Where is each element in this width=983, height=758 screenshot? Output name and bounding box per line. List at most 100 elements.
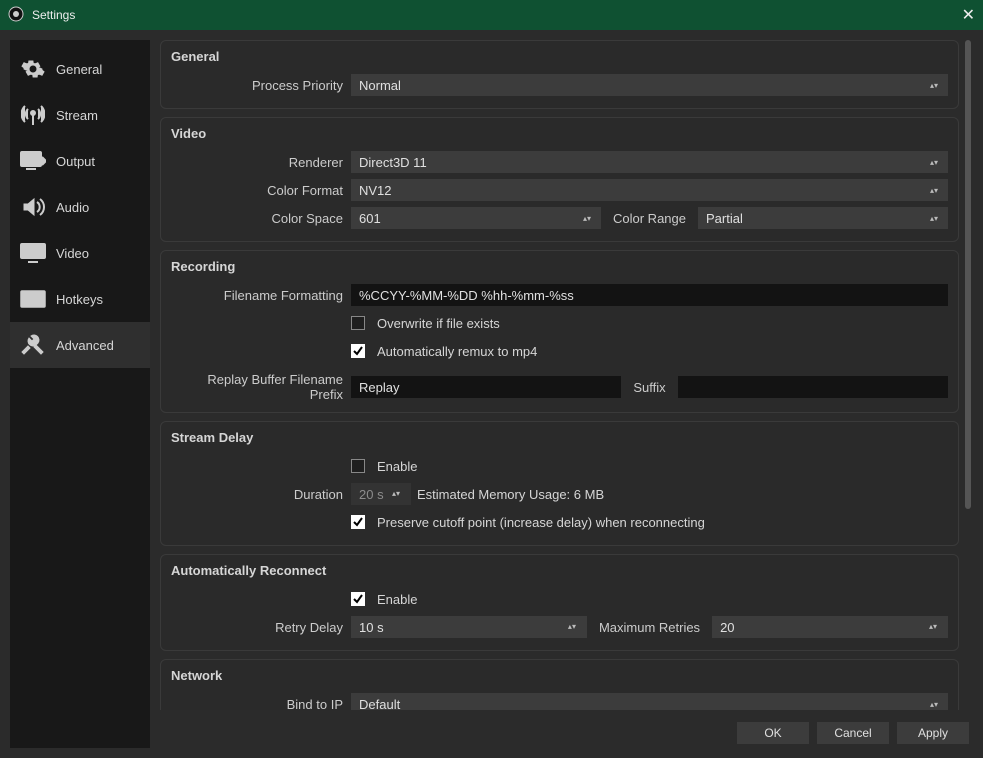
filename-formatting-input[interactable]: %CCYY-%MM-%DD %hh-%mm-%ss [351,284,948,306]
sidebar-item-label: Advanced [56,338,114,353]
chevrons-updown-icon: ▴▾ [928,160,940,165]
sidebar-item-stream[interactable]: Stream [10,92,150,138]
stream-delay-enable-checkbox[interactable] [351,459,365,473]
window-title: Settings [32,8,75,22]
group-title: Recording [171,259,948,274]
preserve-cutoff-checkbox[interactable] [351,515,365,529]
chevrons-updown-icon: ▴▾ [565,624,579,630]
remux-checkbox[interactable] [351,344,365,358]
sidebar-item-label: Output [56,154,95,169]
spin-value: 10 s [359,620,384,635]
sidebar-item-label: General [56,62,102,77]
select-value: 601 [359,211,381,226]
input-value: %CCYY-%MM-%DD %hh-%mm-%ss [359,288,574,303]
select-value: NV12 [359,183,392,198]
max-retries-spinbox[interactable]: 20 ▴▾ [712,616,948,638]
replay-prefix-input[interactable]: Replay [351,376,621,398]
main-scrollbar[interactable] [963,40,973,710]
overwrite-label: Overwrite if file exists [377,316,500,331]
broadcast-icon [20,104,46,126]
chevrons-updown-icon: ▴▾ [928,216,940,221]
process-priority-label: Process Priority [171,78,351,93]
reconnect-enable-label: Enable [377,592,417,607]
renderer-select[interactable]: Direct3D 11 ▴▾ [351,151,948,173]
select-value: Normal [359,78,401,93]
duration-spinbox[interactable]: 20 s ▴▾ [351,483,411,505]
overwrite-checkbox[interactable] [351,316,365,330]
group-title: Stream Delay [171,430,948,445]
monitor-icon [20,242,46,264]
group-title: Video [171,126,948,141]
duration-label: Duration [171,487,351,502]
group-title: Network [171,668,948,683]
preserve-cutoff-label: Preserve cutoff point (increase delay) w… [377,515,705,530]
app-icon [8,6,24,25]
chevrons-updown-icon: ▴▾ [928,188,940,193]
color-format-select[interactable]: NV12 ▴▾ [351,179,948,201]
apply-button[interactable]: Apply [897,722,969,744]
select-value: Direct3D 11 [359,155,427,170]
audio-icon [20,196,46,218]
max-retries-label: Maximum Retries [593,620,706,635]
group-general: General Process Priority Normal ▴▾ [160,40,959,109]
sidebar-item-label: Hotkeys [56,292,103,307]
group-title: General [171,49,948,64]
scrollbar-thumb[interactable] [965,40,971,509]
chevrons-updown-icon: ▴▾ [926,624,940,630]
suffix-label: Suffix [627,380,671,395]
reconnect-enable-checkbox[interactable] [351,592,365,606]
sidebar-item-label: Audio [56,200,89,215]
sidebar-item-audio[interactable]: Audio [10,184,150,230]
group-recording: Recording Filename Formatting %CCYY-%MM-… [160,250,959,413]
chevrons-updown-icon: ▴▾ [389,491,403,497]
retry-delay-spinbox[interactable]: 10 s ▴▾ [351,616,587,638]
input-value: Replay [359,380,399,395]
remux-label: Automatically remux to mp4 [377,344,537,359]
keyboard-icon [20,288,46,310]
group-network: Network Bind to IP Default ▴▾ [160,659,959,710]
output-icon [20,150,46,172]
replay-prefix-label: Replay Buffer Filename Prefix [171,372,351,402]
renderer-label: Renderer [171,155,351,170]
chevrons-updown-icon: ▴▾ [928,83,940,88]
spin-value: 20 [720,620,734,635]
cancel-button[interactable]: Cancel [817,722,889,744]
color-space-label: Color Space [171,211,351,226]
chevrons-updown-icon: ▴▾ [581,216,593,221]
color-format-label: Color Format [171,183,351,198]
sidebar-item-output[interactable]: Output [10,138,150,184]
group-reconnect: Automatically Reconnect Enable Retry Del… [160,554,959,651]
tools-icon [20,334,46,356]
chevrons-updown-icon: ▴▾ [928,702,940,707]
sidebar-item-video[interactable]: Video [10,230,150,276]
gear-icon [20,58,46,80]
footer: OK Cancel Apply [160,718,973,748]
group-video: Video Renderer Direct3D 11 ▴▾ Color Form… [160,117,959,242]
suffix-input[interactable] [678,376,948,398]
main-pane: General Process Priority Normal ▴▾ Video… [160,40,959,710]
group-stream-delay: Stream Delay Enable Duration 20 s ▴▾ [160,421,959,546]
bind-ip-select[interactable]: Default ▴▾ [351,693,948,710]
sidebar: General Stream Output Audio Video [10,40,150,748]
spin-value: 20 s [359,487,384,502]
sidebar-item-label: Video [56,246,89,261]
retry-delay-label: Retry Delay [171,620,351,635]
bind-ip-label: Bind to IP [171,697,351,711]
color-range-select[interactable]: Partial ▴▾ [698,207,948,229]
ok-button[interactable]: OK [737,722,809,744]
sidebar-item-general[interactable]: General [10,46,150,92]
group-title: Automatically Reconnect [171,563,948,578]
sidebar-item-advanced[interactable]: Advanced [10,322,150,368]
sidebar-item-label: Stream [56,108,98,123]
memory-usage-text: Estimated Memory Usage: 6 MB [417,487,604,502]
select-value: Partial [706,211,743,226]
color-space-select[interactable]: 601 ▴▾ [351,207,601,229]
stream-delay-enable-label: Enable [377,459,417,474]
select-value: Default [359,697,400,711]
close-button[interactable]: ✕ [945,5,975,25]
color-range-label: Color Range [607,211,692,226]
sidebar-item-hotkeys[interactable]: Hotkeys [10,276,150,322]
filename-formatting-label: Filename Formatting [171,288,351,303]
titlebar: Settings ✕ [0,0,983,30]
process-priority-select[interactable]: Normal ▴▾ [351,74,948,96]
